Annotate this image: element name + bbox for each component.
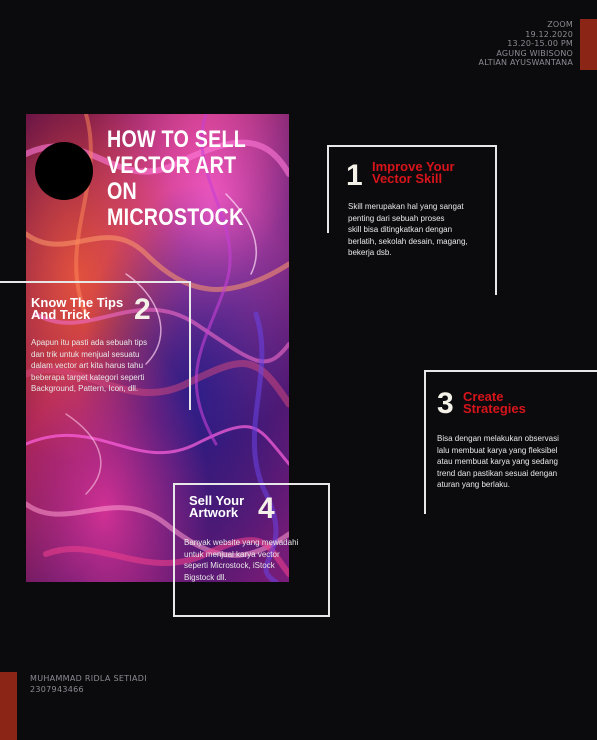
frame-line bbox=[327, 145, 497, 147]
event-info: ZOOM 19.12.2020 13.20-15.00 PM AGUNG WIB… bbox=[479, 20, 573, 68]
frame-line bbox=[0, 281, 191, 283]
frame-line bbox=[424, 370, 597, 372]
step-description-line: seperti Microstock, iStock bbox=[184, 561, 275, 570]
accent-bar-bottom bbox=[0, 672, 17, 740]
author-name: MUHAMMAD RIDLA SETIADI bbox=[30, 674, 147, 683]
step-description-line: trend dan pastikan sesuai dengan bbox=[437, 468, 558, 478]
speaker-name: AGUNG WIBISONO bbox=[496, 48, 573, 58]
step-description-line: berlatih, sekolah desain, magang, bbox=[348, 236, 468, 246]
poster-title-line: ON MICROSTOCK bbox=[107, 178, 244, 231]
step-description: Bisa dengan melakukan observasi lalu mem… bbox=[437, 433, 592, 491]
author-info: MUHAMMAD RIDLA SETIADI 2307943466 bbox=[30, 673, 147, 695]
accent-bar-top bbox=[580, 19, 597, 70]
step-description-line: Bisa dengan melakukan observasi bbox=[437, 434, 559, 443]
step-title: Improve Your Vector Skill bbox=[372, 160, 502, 186]
step-description-line: lalu membuat karya yang fleksibel bbox=[437, 445, 558, 455]
step-description-line: aturan yang berlaku. bbox=[437, 480, 510, 489]
door-hanger-hole bbox=[35, 142, 93, 200]
step-description-line: Apapun itu pasti ada sebuah tips bbox=[31, 338, 148, 347]
frame-line bbox=[424, 370, 426, 514]
step-description: Banyak website yang mewadahi untuk menju… bbox=[184, 537, 324, 583]
frame-line bbox=[327, 145, 329, 233]
speaker-name: ALTIAN AYUSWANTANA bbox=[478, 58, 573, 67]
step-title-line: Vector Skill bbox=[372, 171, 443, 186]
step-description: Skill merupakan hal yang sangat penting … bbox=[348, 201, 498, 259]
step-number: 4 bbox=[258, 492, 275, 525]
step-description-line: untuk menjual karya vector bbox=[184, 549, 280, 559]
step-description-line: beberapa target kategori seperti bbox=[31, 372, 145, 382]
step-description-line: skill bisa ditingkatkan dengan bbox=[348, 225, 453, 234]
event-date: 19.12.2020 bbox=[525, 29, 573, 39]
author-id: 2307943466 bbox=[30, 685, 84, 694]
step-description-line: dan trik untuk menjual sesuatu bbox=[31, 349, 140, 359]
frame-line bbox=[189, 281, 191, 410]
step-description-line: Skill merupakan hal yang sangat bbox=[348, 202, 464, 211]
poster-title-line: HOW TO SELL bbox=[107, 126, 247, 153]
event-time: 13.20-15.00 PM bbox=[507, 39, 573, 48]
step-description-line: penting dari sebuah proses bbox=[348, 213, 445, 223]
step-description-line: atau membuat karya yang sedang bbox=[437, 457, 558, 466]
step-description-line: Banyak website yang mewadahi bbox=[184, 538, 299, 547]
poster-title-line: VECTOR ART bbox=[107, 152, 237, 179]
step-number: 2 bbox=[134, 293, 151, 326]
event-platform: ZOOM bbox=[547, 20, 573, 29]
step-description-line: Background, Pattern, Icon, dll. bbox=[31, 384, 139, 393]
step-description-line: dalam vector art kita harus tahu bbox=[31, 361, 144, 370]
step-title: Sell Your Artwork bbox=[189, 494, 269, 520]
step-description-line: Bigstock dll. bbox=[184, 572, 227, 582]
step-description-line: bekerja dsb. bbox=[348, 248, 392, 257]
step-title: Create Strategies bbox=[463, 390, 573, 416]
step-number: 3 bbox=[437, 387, 454, 420]
step-description: Apapun itu pasti ada sebuah tips dan tri… bbox=[31, 337, 181, 395]
step-title-line: Strategies bbox=[463, 401, 526, 416]
step-title-line: And Trick bbox=[31, 307, 91, 322]
step-title: Know The Tips And Trick bbox=[31, 296, 141, 322]
poster-title: HOW TO SELL VECTOR ART ON MICROSTOCK bbox=[107, 127, 255, 231]
step-title-line: Artwork bbox=[189, 505, 239, 520]
step-number: 1 bbox=[346, 159, 363, 192]
